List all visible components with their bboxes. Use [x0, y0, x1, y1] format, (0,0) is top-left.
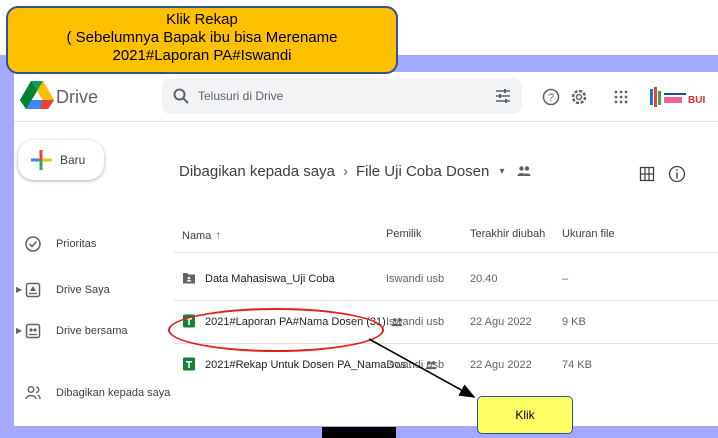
sort-arrow-icon[interactable]: ↑: [215, 228, 221, 242]
column-header-size[interactable]: Ukuran file: [562, 228, 615, 240]
breadcrumb-separator: ›: [342, 162, 348, 180]
search-input[interactable]: [198, 78, 478, 114]
file-modified: 22 Agu 2022: [470, 359, 532, 371]
file-size: 9 KB: [562, 316, 586, 328]
help-icon[interactable]: ?: [542, 88, 560, 106]
file-modified: 22 Agu 2022: [470, 316, 532, 328]
column-header-modified[interactable]: Terakhir diubah: [470, 228, 545, 240]
google-drive-logo-icon[interactable]: [20, 80, 54, 110]
new-button-label: Baru: [60, 153, 86, 167]
file-owner: Iswandi usb: [386, 359, 445, 371]
sidebar-item-prioritas[interactable]: Prioritas: [14, 230, 174, 258]
divider: [174, 252, 718, 253]
column-header-label: Nama: [182, 230, 212, 242]
file-modified: 20.40: [470, 273, 498, 285]
table-row[interactable]: Data Mahasiswa_Uji Coba Iswandi usb 20.4…: [174, 258, 718, 300]
file-size: 74 KB: [562, 359, 592, 371]
sidebar-item-label: Dibagikan kepada saya: [56, 387, 171, 399]
people-icon: [517, 166, 531, 177]
shared-folder-icon: [183, 273, 195, 284]
klik-label: Klik: [515, 408, 535, 422]
chevron-down-icon[interactable]: ▾: [500, 166, 505, 177]
file-size: –: [562, 273, 569, 285]
new-button[interactable]: Baru: [18, 140, 104, 180]
expand-caret-icon[interactable]: ▶: [16, 326, 22, 335]
sidebar-item-drive-saya[interactable]: ▶ Drive Saya: [14, 276, 174, 304]
apps-grid-icon[interactable]: [612, 88, 630, 106]
breadcrumb-current[interactable]: File Uji Coba Dosen: [356, 163, 489, 180]
tune-icon[interactable]: [494, 87, 512, 105]
app-brand[interactable]: Drive: [56, 87, 98, 108]
account-avatar[interactable]: BUI: [648, 83, 718, 111]
callout-line: 2021#Laporan PA#Iswandi: [112, 47, 292, 64]
info-icon[interactable]: [668, 165, 686, 183]
check-circle-icon: [25, 236, 41, 252]
shared-drive-icon: [25, 323, 41, 339]
sidebar-item-drive-bersama[interactable]: ▶ Drive bersama: [14, 317, 174, 345]
file-owner: Iswandi usb: [386, 316, 445, 328]
plus-icon: [31, 150, 52, 170]
shared-with-me-icon: [25, 386, 41, 400]
highlight-ellipse: [168, 308, 384, 352]
column-header-owner[interactable]: Pemilik: [386, 228, 421, 240]
sidebar-item-label: Drive bersama: [56, 325, 128, 337]
callout-line: ( Sebelumnya Bapak ibu bisa Merename: [66, 29, 338, 46]
breadcrumb: Dibagikan kepada saya › File Uji Coba Dose…: [179, 162, 531, 180]
expand-caret-icon[interactable]: ▶: [16, 285, 22, 294]
drive-window: Drive ?: [14, 72, 718, 426]
search-icon[interactable]: [172, 87, 190, 105]
callout-line: Klik Rekap: [166, 11, 238, 28]
top-app-bar: Drive ?: [14, 72, 718, 122]
sidebar-item-label: Prioritas: [56, 238, 97, 250]
my-drive-icon: [25, 282, 41, 298]
svg-text:?: ?: [548, 92, 554, 104]
black-bar: [322, 427, 396, 438]
settings-icon[interactable]: [570, 88, 588, 106]
klik-label-box: Klik: [477, 396, 573, 434]
avatar-text: BUI: [688, 95, 705, 106]
column-header-name[interactable]: Nama ↑: [182, 228, 221, 242]
sidebar-item-label: Drive Saya: [56, 284, 110, 296]
sidebar-item-dibagikan[interactable]: Dibagikan kepada saya: [14, 379, 174, 407]
file-name-text: 2021#Rekap Untuk Dosen PA_NamaDos...: [205, 359, 416, 371]
search-bar[interactable]: [162, 78, 522, 114]
grid-view-icon[interactable]: [639, 166, 655, 182]
file-name[interactable]: Data Mahasiswa_Uji Coba: [205, 273, 335, 285]
file-owner: Iswandi usb: [386, 273, 445, 285]
sheets-file-icon: [183, 357, 195, 371]
breadcrumb-root[interactable]: Dibagikan kepada saya: [179, 163, 335, 180]
instruction-callout: Klik Rekap ( Sebelumnya Bapak ibu bisa M…: [6, 6, 398, 74]
